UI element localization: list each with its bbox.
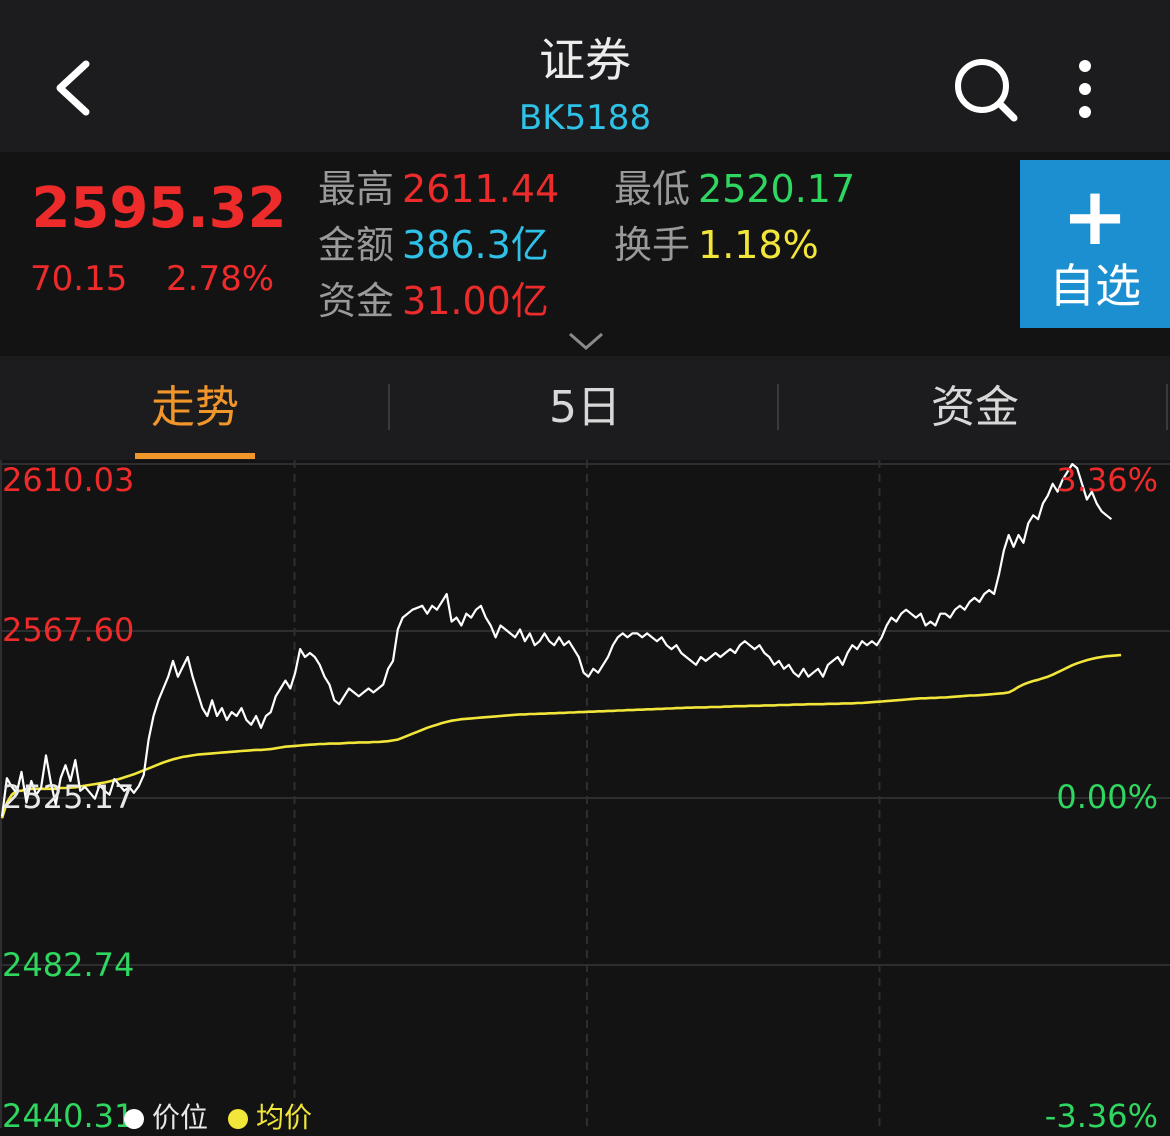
current-price: 2595.32 (31, 176, 287, 241)
stat-fund-value: 31.00亿 (402, 279, 549, 323)
legend-label: 均价 (256, 1101, 313, 1134)
tab-fund[interactable]: 资金 (780, 356, 1170, 460)
active-tab-indicator (135, 453, 255, 459)
stat-low: 最低 2520.17 (614, 164, 855, 214)
y-axis-left-label: 2440.31 (2, 1097, 135, 1135)
tab-divider (1166, 384, 1168, 430)
stat-low-value: 2520.17 (698, 167, 856, 211)
expand-button[interactable] (566, 330, 606, 352)
stat-turnover: 换手 1.18% (614, 220, 819, 270)
chevron-down-icon (569, 332, 603, 350)
y-axis-right-label: -3.36% (1044, 1097, 1158, 1135)
intraday-chart[interactable]: 2610.03 2567.60 2525.17 2482.74 2440.31 … (0, 460, 1170, 1135)
y-axis-right-label: 0.00% (1056, 778, 1158, 816)
stat-fund-label: 资金 (318, 279, 395, 323)
series-line-price (0, 462, 1113, 817)
back-button[interactable] (46, 50, 106, 126)
series-line-average (0, 653, 1122, 819)
legend-label: 价位 (152, 1101, 209, 1134)
stat-high-label: 最高 (318, 167, 395, 211)
y-axis-left-label: 2525.17 (2, 778, 135, 816)
stat-amount: 金额 386.3亿 (318, 220, 549, 270)
stat-high-value: 2611.44 (402, 167, 560, 211)
chart-canvas (0, 460, 1170, 1128)
tab-5day[interactable]: 5日 (390, 356, 780, 460)
stat-fund: 资金 31.00亿 (318, 276, 549, 326)
legend-dot (124, 1109, 144, 1129)
legend-item-price: 价位 (124, 1100, 208, 1136)
legend-item-avg: 均价 (228, 1100, 312, 1136)
page-title: 证券 (539, 33, 631, 87)
y-axis-left-label: 2610.03 (2, 461, 135, 499)
more-button[interactable] (1060, 52, 1110, 128)
add-to-watchlist-button[interactable]: + 自选 (1020, 160, 1170, 328)
y-axis-left-label: 2482.74 (2, 946, 135, 984)
search-icon (955, 59, 1018, 122)
tab-divider (777, 384, 779, 430)
stat-low-label: 最低 (614, 167, 691, 211)
y-axis-left-label: 2567.60 (2, 611, 135, 649)
more-vertical-icon (1079, 60, 1091, 118)
stat-high: 最高 2611.44 (318, 164, 559, 214)
price-change-percent: 2.78% (166, 259, 275, 299)
y-axis-right-label: 3.36% (1056, 461, 1158, 499)
search-button[interactable] (948, 52, 1024, 128)
quote-panel: 2595.32 70.15 2.78% 最高 2611.44 最低 2520.17 … (0, 152, 1170, 356)
tab-trend[interactable]: 走势 (0, 356, 390, 460)
stat-amount-label: 金额 (318, 223, 395, 267)
add-to-watchlist-label: 自选 (1049, 259, 1141, 313)
stat-amount-value: 386.3亿 (402, 223, 549, 267)
stat-turnover-value: 1.18% (698, 223, 819, 267)
sector-code: BK5188 (518, 98, 652, 138)
tab-bar: 走势 5日 资金 (0, 356, 1170, 460)
price-change: 70.15 (30, 259, 128, 299)
plus-icon: + (1061, 170, 1129, 263)
top-nav-bar: 证券 BK5188 (0, 0, 1170, 152)
back-arrow-icon (56, 60, 90, 116)
stat-turnover-label: 换手 (614, 223, 691, 267)
legend-dot (228, 1109, 248, 1129)
